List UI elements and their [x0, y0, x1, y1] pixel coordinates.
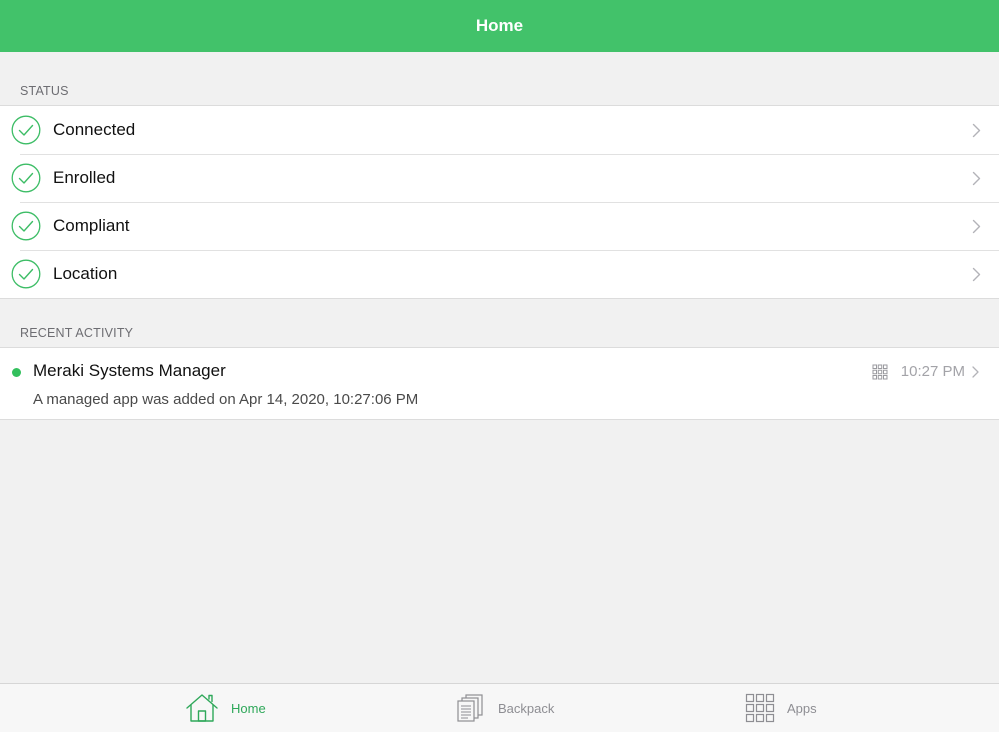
status-label: Location: [53, 264, 118, 283]
activity-title: Meraki Systems Manager: [33, 361, 226, 380]
status-label: Connected: [53, 120, 136, 139]
unread-dot-icon: [12, 368, 21, 377]
status-row-location[interactable]: Location: [0, 250, 999, 298]
activity-row[interactable]: Meraki Systems Manager A managed app was…: [0, 348, 999, 419]
chevron-right-icon: [972, 171, 981, 186]
home-icon: [186, 694, 218, 722]
status-row-compliant[interactable]: Compliant: [0, 202, 999, 250]
tab-label: Apps: [787, 700, 817, 716]
tab-bar: Home Backpack Apps: [0, 683, 999, 732]
check-circle-icon: [11, 115, 41, 145]
backpack-documents-icon: [457, 694, 483, 722]
tab-apps[interactable]: Apps: [745, 684, 817, 732]
status-section-header: STATUS: [20, 84, 69, 98]
chevron-right-icon: [972, 267, 981, 282]
activity-time: 10:27 PM: [900, 363, 965, 380]
activity-detail: A managed app was added on Apr 14, 2020,…: [33, 391, 419, 408]
recent-activity-list: Meraki Systems Manager A managed app was…: [0, 347, 999, 420]
tab-backpack[interactable]: Backpack: [456, 684, 554, 732]
tab-label: Home: [231, 700, 266, 716]
recent-activity-section-header: RECENT ACTIVITY: [20, 326, 134, 340]
apps-grid-icon: [745, 693, 775, 723]
status-label: Enrolled: [53, 168, 116, 187]
tab-home[interactable]: Home: [185, 684, 266, 732]
check-circle-icon: [11, 259, 41, 289]
check-circle-icon: [11, 163, 41, 193]
chevron-right-icon: [972, 123, 981, 138]
status-list: Connected Enrolled Compliant Location: [0, 105, 999, 299]
chevron-right-icon: [972, 366, 979, 378]
status-row-connected[interactable]: Connected: [0, 106, 999, 154]
status-row-enrolled[interactable]: Enrolled: [0, 154, 999, 202]
tab-label: Backpack: [498, 700, 555, 716]
status-label: Compliant: [53, 216, 130, 235]
apps-grid-icon: [872, 364, 888, 380]
page-title: Home: [475, 16, 524, 35]
check-circle-icon: [11, 211, 41, 241]
navigation-bar: Home: [0, 0, 999, 52]
chevron-right-icon: [972, 219, 981, 234]
